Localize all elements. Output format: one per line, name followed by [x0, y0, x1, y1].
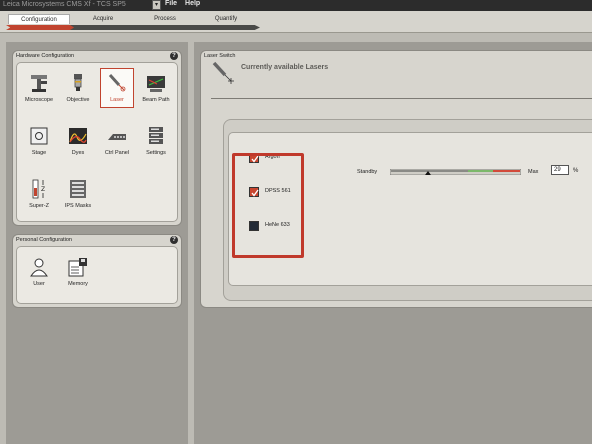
laser-switch-title: Laser Switch [204, 53, 236, 59]
menu-bar: File Help [165, 0, 206, 8]
tool-label: IPS Masks [64, 203, 92, 209]
laser-icon [212, 61, 234, 84]
tool-laser[interactable]: Laser [100, 68, 134, 108]
svg-text:Z: Z [41, 186, 45, 193]
tool-settings[interactable]: Settings [139, 125, 173, 156]
tab-quantify[interactable]: Quantify [196, 14, 256, 24]
tool-label: Objective [66, 97, 90, 103]
ctrl-panel-icon [108, 134, 126, 140]
tool-label: Beam Path [142, 97, 170, 103]
help-icon[interactable]: ? [170, 236, 178, 244]
tool-dyes[interactable]: Dyes [61, 125, 95, 156]
ips-masks-icon [70, 180, 86, 198]
tab-process[interactable]: Process [134, 14, 196, 24]
beam-path-icon [147, 76, 165, 92]
workflow-tab-strip: Configuration Acquire Process Quantify [0, 11, 592, 33]
tool-ips-masks[interactable]: IPS Masks [61, 178, 95, 209]
tool-label: User [33, 281, 45, 287]
tab-configuration-bar [6, 25, 76, 30]
tab-configuration[interactable]: Configuration [8, 14, 70, 24]
dyes-icon [69, 128, 87, 144]
percent-unit: % [573, 168, 579, 174]
laser-power-slider[interactable] [390, 169, 521, 175]
menu-file[interactable]: File [165, 0, 177, 7]
super-z-icon: Z [32, 179, 45, 199]
personal-configuration-title: Personal Configuration [16, 237, 72, 243]
max-label: Max [528, 169, 539, 175]
app-title: Leica Microsystems CMS Xf - TCS SP5 [3, 1, 126, 8]
left-frame: Hardware Configuration ? Microscope Obje… [6, 42, 188, 444]
memory-icon [68, 258, 87, 277]
tool-label: Laser [110, 97, 124, 103]
divider [211, 98, 592, 99]
standby-label: Standby [357, 169, 378, 175]
tool-beam-path[interactable]: Beam Path [139, 72, 173, 103]
tab-acquire[interactable]: Acquire [72, 14, 134, 24]
tool-label: Memory [68, 281, 88, 287]
menu-help[interactable]: Help [185, 0, 200, 7]
laser-list-heading: Currently available Lasers [241, 64, 329, 71]
tool-user[interactable]: User [22, 256, 56, 287]
tool-label: Microscope [24, 97, 54, 103]
hardware-configuration-title: Hardware Configuration [16, 53, 75, 59]
laser-power-input[interactable]: 29 [551, 165, 569, 175]
tool-super-z[interactable]: Z Super-Z [22, 178, 56, 209]
title-bar: Leica Microsystems CMS Xf - TCS SP5 ▾ Fi… [0, 0, 592, 11]
laser-icon [108, 73, 126, 92]
tool-label: Dyes [71, 150, 85, 156]
tool-microscope[interactable]: Microscope [22, 72, 56, 103]
objective-icon [74, 74, 82, 91]
tool-ctrl-panel[interactable]: Ctrl Panel [100, 125, 134, 156]
user-icon [30, 258, 48, 277]
hardware-tools-area: Microscope Objective Laser Beam Path Sta… [16, 62, 178, 222]
personal-configuration-panel: Personal Configuration ? User Memory [12, 234, 182, 308]
tab-process-bar [132, 25, 200, 30]
tool-objective[interactable]: Objective [61, 72, 95, 103]
tab-quantify-bar [194, 25, 260, 30]
tool-stage[interactable]: Stage [22, 125, 56, 156]
help-icon[interactable]: ? [170, 52, 178, 60]
tool-label: Ctrl Panel [104, 150, 130, 156]
tool-memory[interactable]: Memory [61, 256, 95, 287]
microscope-icon [31, 75, 47, 92]
tab-acquire-bar [70, 25, 138, 30]
tool-label: Settings [146, 150, 166, 156]
tool-label: Super-Z [29, 203, 49, 209]
system-dropdown-button[interactable]: ▾ [152, 0, 161, 10]
personal-tools-area: User Memory [16, 246, 178, 304]
tool-label: Stage [31, 150, 47, 156]
highlight-frame [232, 153, 304, 258]
hardware-configuration-panel: Hardware Configuration ? Microscope Obje… [12, 50, 182, 226]
stage-icon [30, 127, 48, 145]
settings-icon [149, 127, 163, 144]
